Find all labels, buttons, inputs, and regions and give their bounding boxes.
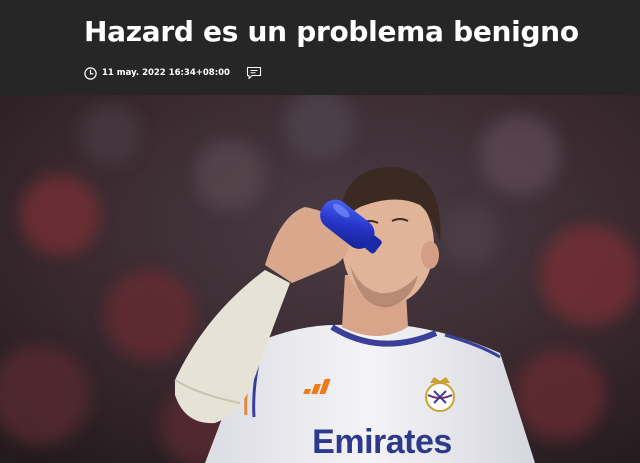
player-drinking-image: Emirates [0, 95, 640, 463]
article-photo: Emirates [0, 95, 640, 463]
clock-icon [84, 66, 97, 80]
article-header: Hazard es un problema benigno 11 may. 20… [0, 0, 640, 95]
article-meta: 11 may. 2022 16:34+08:00 [84, 65, 262, 81]
publish-timestamp: 11 may. 2022 16:34+08:00 [102, 68, 230, 78]
sponsor-text: Emirates [312, 423, 452, 461]
comment-icon[interactable] [246, 66, 262, 80]
article-title: Hazard es un problema benigno [84, 15, 579, 48]
